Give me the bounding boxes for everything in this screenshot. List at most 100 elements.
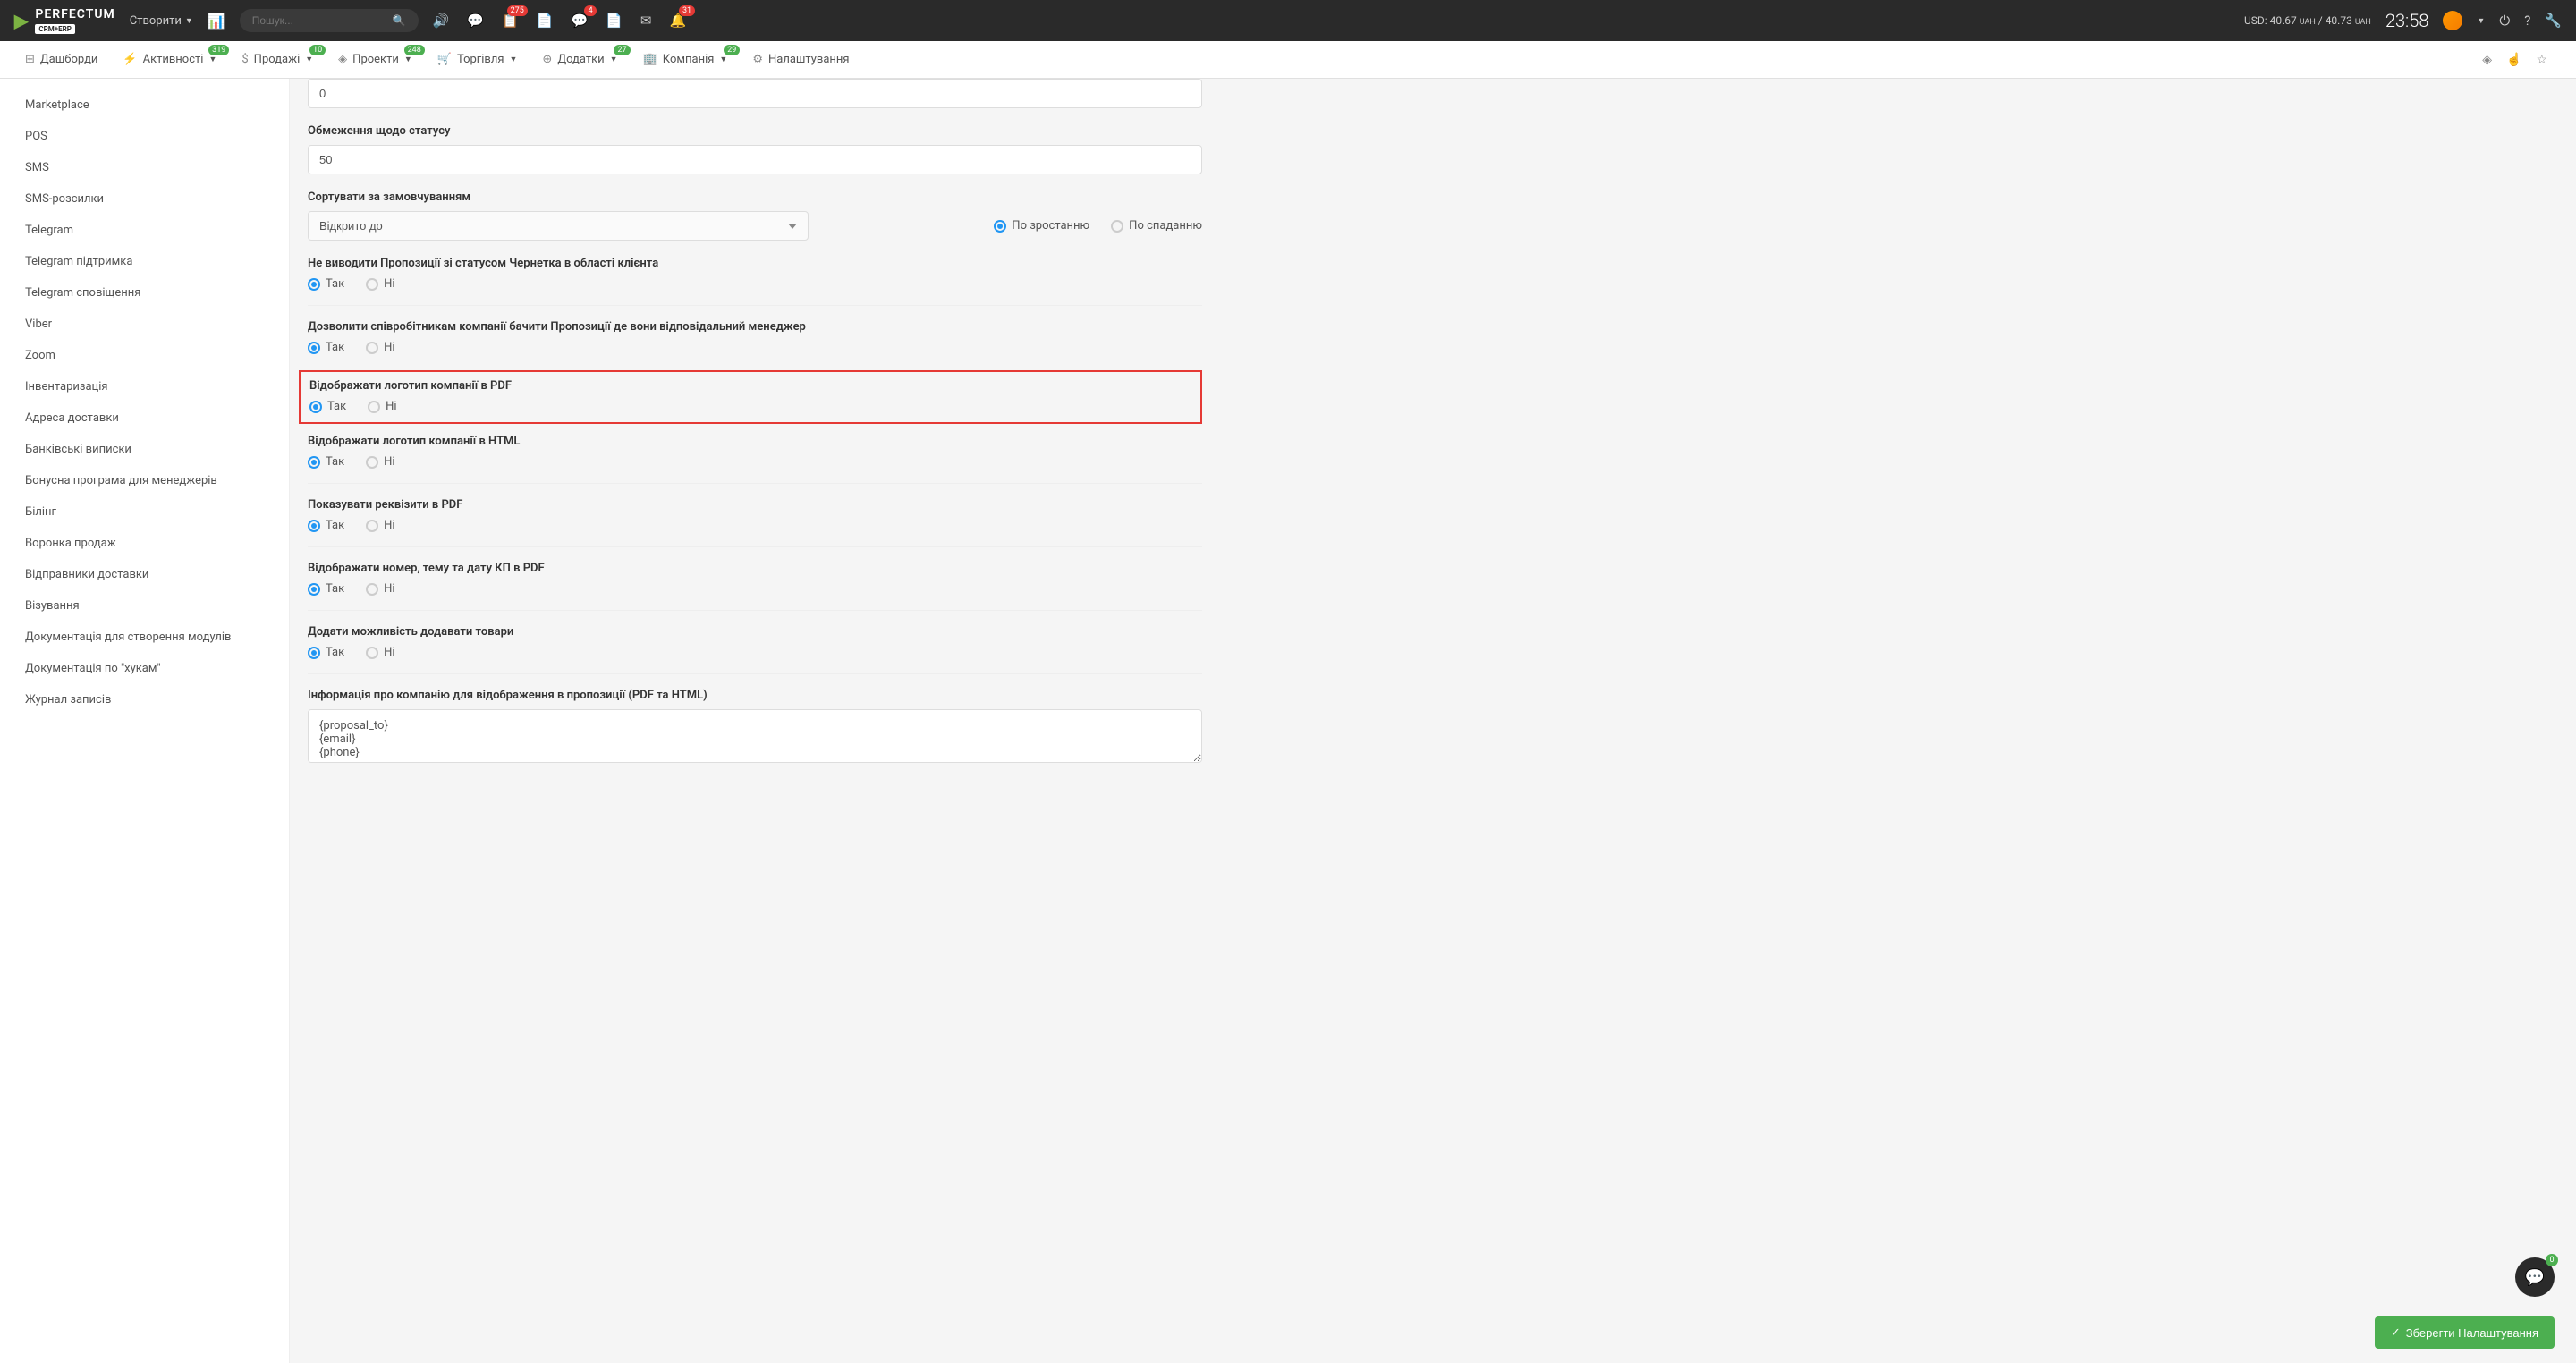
star-icon[interactable]: ☆: [2536, 53, 2547, 67]
radio-icon: [1111, 220, 1123, 233]
mail-icon[interactable]: ✉: [640, 13, 652, 29]
chevron-down-icon: ▼: [510, 55, 518, 64]
sidebar-item-delivery-senders[interactable]: Відправники доставки: [0, 559, 289, 590]
sidebar-item-sms[interactable]: SMS: [0, 152, 289, 183]
search-input[interactable]: [252, 14, 386, 27]
sidebar-item-module-docs[interactable]: Документація для створення модулів: [0, 622, 289, 653]
addons-icon: ⊕: [542, 53, 552, 66]
q7-no-radio[interactable]: Ні: [366, 646, 394, 659]
radio-icon: [366, 647, 378, 659]
chart-icon[interactable]: 📊: [208, 13, 225, 30]
avatar-dropdown-icon[interactable]: ▼: [2477, 16, 2485, 26]
radio-icon: [366, 583, 378, 596]
q4-label: Відображати логотип компанії в HTML: [308, 435, 1202, 448]
notes-icon[interactable]: 📋275: [502, 13, 519, 29]
chat-fab[interactable]: 💬0: [2515, 1257, 2555, 1297]
sort-label: Сортувати за замовчуванням: [308, 190, 1202, 204]
document-icon[interactable]: 📄: [606, 13, 623, 29]
sort-select[interactable]: Відкрито до: [308, 211, 809, 241]
nav-activities[interactable]: ⚡Активності319▼: [112, 41, 227, 79]
sidebar-item-log[interactable]: Журнал записів: [0, 684, 289, 715]
sidebar-item-inventory[interactable]: Інвентаризація: [0, 371, 289, 402]
activities-icon: ⚡: [123, 53, 137, 66]
sidebar-item-sms-send[interactable]: SMS-розсилки: [0, 183, 289, 215]
radio-icon: [308, 456, 320, 469]
sidebar-item-pos[interactable]: POS: [0, 121, 289, 152]
check-icon: [2391, 1325, 2401, 1340]
sort-asc-radio[interactable]: По зростанню: [994, 219, 1089, 233]
search-icon[interactable]: 🔍: [393, 14, 406, 27]
sidebar-item-hooks-docs[interactable]: Документація по "хукам": [0, 653, 289, 684]
sales-icon: $: [242, 53, 248, 66]
cursor-icon[interactable]: ☝: [2506, 53, 2521, 67]
q6-label: Відображати номер, тему та дату КП в PDF: [308, 562, 1202, 575]
sidebar-item-bonus-program[interactable]: Бонусна програма для менеджерів: [0, 465, 289, 496]
nav-sales[interactable]: $Продажі10▼: [231, 41, 324, 79]
sidebar-item-telegram-notify[interactable]: Telegram сповіщення: [0, 277, 289, 309]
sidebar-item-sales-funnel[interactable]: Воронка продаж: [0, 528, 289, 559]
logo[interactable]: ▶ PERFECTUM CRM+ERP: [14, 7, 115, 35]
radio-icon: [308, 520, 320, 532]
nav-dashboards[interactable]: ⊞Дашборди: [14, 41, 108, 79]
q3-no-radio[interactable]: Ні: [368, 400, 396, 413]
sidebar-item-zoom[interactable]: Zoom: [0, 340, 289, 371]
avatar[interactable]: [2443, 11, 2462, 30]
chevron-down-icon: ▼: [185, 16, 193, 26]
q2-no-radio[interactable]: Ні: [366, 341, 394, 354]
company-icon: 🏢: [643, 53, 657, 66]
q4-yes-radio[interactable]: Так: [308, 455, 344, 469]
q4-no-radio[interactable]: Ні: [366, 455, 394, 469]
nav-trade[interactable]: 🛒Торгівля▼: [427, 41, 529, 79]
top-header: ▶ PERFECTUM CRM+ERP Створити ▼ 📊 🔍 🔊 💬 📋…: [0, 0, 2576, 41]
sidebar-item-approval[interactable]: Візування: [0, 590, 289, 622]
q5-yes-radio[interactable]: Так: [308, 519, 344, 532]
radio-icon: [366, 520, 378, 532]
tools-icon[interactable]: 🔧: [2545, 13, 2562, 29]
trade-icon: 🛒: [437, 53, 452, 66]
nav-settings[interactable]: ⚙Налаштування: [741, 41, 860, 79]
field-0-input[interactable]: [308, 79, 1202, 108]
nav-company[interactable]: 🏢Компанія29▼: [632, 41, 739, 79]
q7-yes-radio[interactable]: Так: [308, 646, 344, 659]
q1-yes-radio[interactable]: Так: [308, 277, 344, 291]
q6-yes-radio[interactable]: Так: [308, 582, 344, 596]
q7-label: Додати можливість додавати товари: [308, 625, 1202, 639]
bell-icon[interactable]: 🔔31: [669, 13, 686, 29]
radio-icon: [366, 342, 378, 354]
q6-no-radio[interactable]: Ні: [366, 582, 394, 596]
logo-icon: ▶: [14, 10, 28, 31]
sidebar-item-viber[interactable]: Viber: [0, 309, 289, 340]
radio-icon: [366, 278, 378, 291]
create-button[interactable]: Створити ▼: [130, 14, 193, 28]
q3-label: Відображати логотип компанії в PDF: [309, 379, 1191, 393]
nav-projects[interactable]: ◈Проекти248▼: [327, 41, 423, 79]
sort-desc-radio[interactable]: По спаданню: [1111, 219, 1202, 233]
logo-text: PERFECTUM: [35, 7, 114, 21]
main-area: Marketplace POS SMS SMS-розсилки Telegra…: [0, 79, 2576, 1363]
currency-display: USD: 40.67 UAH / 40.73 UAH: [2244, 14, 2371, 27]
sidebar-item-telegram-support[interactable]: Telegram підтримка: [0, 246, 289, 277]
sidebar-item-delivery-address[interactable]: Адреса доставки: [0, 402, 289, 434]
sidebar-item-bank-statements[interactable]: Банківські виписки: [0, 434, 289, 465]
q2-label: Дозволити співробітникам компанії бачити…: [308, 320, 1202, 334]
layers-icon[interactable]: ◈: [2482, 53, 2492, 67]
q3-yes-radio[interactable]: Так: [309, 400, 346, 413]
sidebar-item-billing[interactable]: Білінг: [0, 496, 289, 528]
save-button[interactable]: Зберегти Налаштування: [2375, 1316, 2555, 1349]
q5-no-radio[interactable]: Ні: [366, 519, 394, 532]
help-icon[interactable]: ?: [2524, 13, 2530, 29]
info-textarea[interactable]: {proposal_to} {email} {phone}: [308, 709, 1202, 763]
sound-icon[interactable]: 🔊: [433, 13, 450, 29]
messages-icon[interactable]: 💬4: [571, 13, 588, 29]
q2-yes-radio[interactable]: Так: [308, 341, 344, 354]
nav-addons[interactable]: ⊕Додатки27▼: [531, 41, 628, 79]
q1-no-radio[interactable]: Ні: [366, 277, 394, 291]
power-icon[interactable]: ⏻: [2499, 13, 2510, 29]
sidebar-item-marketplace[interactable]: Marketplace: [0, 89, 289, 121]
chevron-down-icon: ▼: [305, 55, 313, 64]
limit-input[interactable]: [308, 145, 1202, 174]
sidebar-item-telegram[interactable]: Telegram: [0, 215, 289, 246]
radio-icon: [994, 220, 1006, 233]
clipboard-icon[interactable]: 📄: [537, 13, 554, 29]
chat-icon[interactable]: 💬: [467, 13, 484, 29]
